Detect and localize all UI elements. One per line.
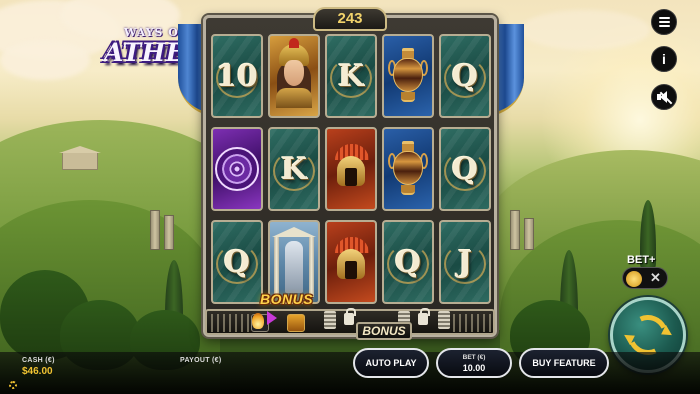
amphora-icon [388,141,428,197]
distant-temple [62,152,98,170]
buy-feature-button[interactable]: BUY FEATURE [519,348,609,378]
rank-symbol: Q [451,151,479,187]
rank-symbol: Q [223,244,251,280]
reel-cell: Q [439,127,491,211]
bonus-statue-icon [272,227,316,297]
shield-icon [215,147,259,191]
meter-bonus-label: BONUS [356,322,412,340]
menu-button[interactable] [651,9,677,35]
flame-icon [252,313,264,329]
coin-stack-icon [324,311,336,329]
spartan-helmet-icon [331,237,371,287]
rank-symbol: Q [394,244,422,280]
rank-symbol: J [457,244,473,280]
cloud [0,40,90,80]
close-icon: ✕ [650,270,661,285]
info-icon: i [662,51,666,67]
reel-cell [382,34,434,118]
auto-play-button[interactable]: AUTO PLAY [353,348,429,378]
bonus-symbol-label: BONUS [260,291,314,307]
reel-cell [268,34,320,118]
ruin-column [150,210,160,250]
reel-cell: K [325,34,377,118]
arrow-right-icon [267,311,277,325]
bet-value: 10.00 [462,363,486,373]
reel-cell: Q [211,220,263,304]
reel-cell [382,127,434,211]
spartan-helmet-icon [331,144,371,194]
ruin-column [524,218,534,250]
menu-icon [658,17,670,27]
reel-cell: 10 [211,34,263,118]
reel-cell: K [268,127,320,211]
reel-cell [211,127,263,211]
settings-gear-icon[interactable] [9,381,17,389]
bet-plus-toggle[interactable]: ✕ [622,267,668,289]
cash-value: $46.00 [22,366,53,377]
cloud [520,10,650,50]
reel-cell: Q [382,220,434,304]
bet-plus-label: BET+ [627,254,656,266]
rank-symbol: K [280,151,308,187]
bet-button[interactable]: BET (€) 10.00 [436,348,512,378]
rank-symbol: K [337,58,365,94]
reel-cell [325,127,377,211]
toggle-knob [626,271,642,287]
lock-icon [418,308,430,325]
auto-play-label: AUTO PLAY [365,358,417,368]
ways-counter: 243 [313,7,387,31]
rank-symbol: 10 [216,58,258,94]
coin-stack-icon [438,311,450,329]
buy-feature-label: BUY FEATURE [532,358,596,368]
ruin-column [510,210,520,250]
ruin-column [164,215,174,250]
greek-key-ornament [453,314,491,332]
rank-symbol: Q [451,58,479,94]
reel-grid: 10 K Q K Q Q Q J [211,34,493,304]
reel-cell: Q [439,34,491,118]
athena-portrait-icon [274,38,314,108]
lock-icon [344,308,356,325]
reel-cell [325,220,377,304]
info-button[interactable]: i [651,46,677,72]
meter-slot [287,314,305,332]
sound-button[interactable] [651,84,677,110]
cash-label: CASH (€) [22,357,55,364]
greek-key-ornament [211,314,249,332]
bet-label: BET (€) [462,354,486,361]
payout-label: PAYOUT (€) [180,357,222,364]
reel-cell: J [439,220,491,304]
amphora-icon [388,48,428,104]
